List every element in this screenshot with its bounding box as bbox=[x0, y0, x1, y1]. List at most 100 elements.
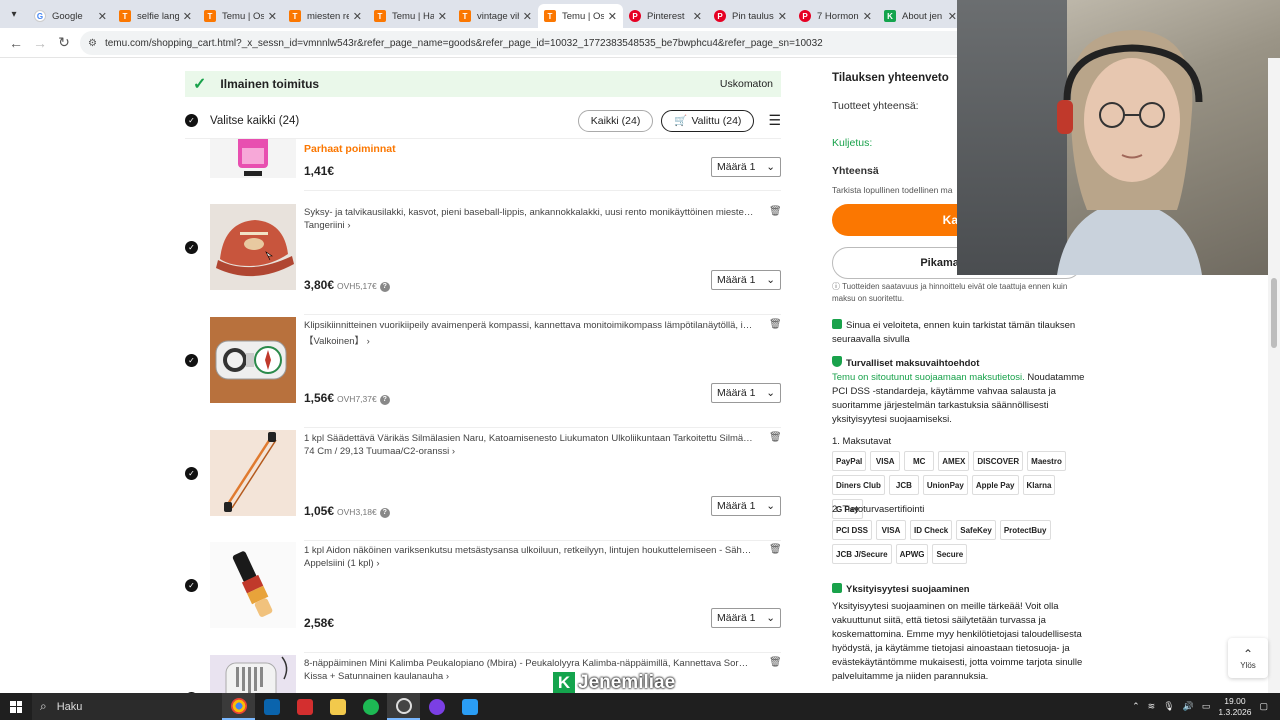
item-thumbnail[interactable] bbox=[210, 317, 296, 403]
spotify-app-icon[interactable] bbox=[354, 693, 387, 720]
chrome-app-icon[interactable] bbox=[222, 693, 255, 720]
scroll-up-label: Ylös bbox=[1240, 660, 1256, 670]
page-scrollbar[interactable] bbox=[1268, 58, 1280, 693]
forward-arrow-icon[interactable]: → bbox=[28, 35, 52, 51]
item-checkbox[interactable]: ✓ bbox=[185, 467, 198, 480]
streaming-app-icon[interactable] bbox=[420, 693, 453, 720]
close-tab-icon[interactable]: ✕ bbox=[693, 10, 702, 23]
trash-icon[interactable]: 🗑 bbox=[769, 544, 782, 555]
price-value: 3,80€ bbox=[304, 278, 335, 292]
site-info-icon[interactable]: ⚙ bbox=[88, 38, 97, 49]
item-description[interactable]: 8-näppäiminen Mini Kalimba Peukalopiano … bbox=[304, 657, 754, 671]
filter-all-button[interactable]: Kaikki (24) bbox=[577, 109, 654, 132]
tab-title: Google bbox=[52, 10, 83, 22]
obs-app-icon[interactable] bbox=[387, 693, 420, 720]
browser-tab[interactable]: K About jen ✕ bbox=[878, 4, 963, 28]
close-tab-icon[interactable]: ✕ bbox=[183, 10, 192, 23]
file-explorer-icon[interactable] bbox=[321, 693, 354, 720]
filter-selected-button[interactable]: 🛒 Valittu (24) bbox=[661, 109, 755, 132]
security-cert-logo: SafeKey bbox=[956, 520, 996, 540]
trash-icon[interactable]: 🗑 bbox=[769, 432, 782, 443]
url-text: temu.com/shopping_cart.html?_x_sessn_id=… bbox=[104, 37, 823, 49]
chevron-down-icon: ⌄ bbox=[766, 612, 775, 624]
paint-app-icon[interactable] bbox=[453, 693, 486, 720]
browser-tab[interactable]: P Pin taulus ✕ bbox=[708, 4, 793, 28]
browser-tab[interactable]: P Pinterest ✕ bbox=[623, 4, 708, 28]
reload-icon[interactable]: ↻ bbox=[52, 34, 76, 51]
browser-tab[interactable]: Tvintage vih ✕ bbox=[453, 4, 538, 28]
scrollbar-thumb[interactable] bbox=[1271, 278, 1277, 348]
variant-label: Kissa + Satunnainen kaulanauha bbox=[304, 671, 444, 682]
info-icon[interactable]: ? bbox=[379, 508, 390, 518]
info-icon[interactable]: ? bbox=[379, 282, 390, 292]
item-variant[interactable]: Appelsiini (1 kpl) › bbox=[304, 558, 380, 569]
battery-icon[interactable]: ▭ bbox=[1202, 701, 1211, 712]
close-tab-icon[interactable]: ✕ bbox=[98, 10, 107, 23]
quantity-select[interactable]: Määrä 1 ⌄ bbox=[711, 157, 781, 177]
item-divider bbox=[304, 314, 781, 315]
item-description[interactable]: Syksy- ja talvikausilakki, kasvot, pieni… bbox=[304, 206, 754, 220]
notification-icon[interactable]: ▢ bbox=[1259, 701, 1268, 712]
item-checkbox[interactable]: ✓ bbox=[185, 354, 198, 367]
windows-start-icon[interactable] bbox=[0, 693, 32, 720]
item-description[interactable]: 1 kpl Säädettävä Värikäs Silmälasien Nar… bbox=[304, 432, 754, 446]
info-circle-icon: ⓘ bbox=[832, 282, 843, 291]
tray-chevron-icon[interactable]: ⌃ bbox=[1132, 701, 1140, 712]
browser-tab[interactable]: P 7 Hormon ✕ bbox=[793, 4, 878, 28]
temu-favicon-icon: T bbox=[119, 10, 131, 22]
secure-link[interactable]: Temu on sitoutunut suojaamaan maksutieto… bbox=[832, 372, 1025, 383]
item-checkbox[interactable]: ✓ bbox=[185, 579, 198, 592]
select-all-checkbox[interactable]: ✓ bbox=[185, 114, 198, 127]
quantity-select[interactable]: Määrä 1 ⌄ bbox=[711, 270, 781, 290]
browser-tab[interactable]: T Temu | Ha ✕ bbox=[368, 4, 453, 28]
microphone-icon[interactable]: 🎙 bbox=[1163, 701, 1174, 712]
tab-search-chevron-icon[interactable]: ▾ bbox=[0, 0, 28, 28]
close-tab-icon[interactable]: ✕ bbox=[863, 10, 872, 23]
quantity-select[interactable]: Määrä 1 ⌄ bbox=[711, 496, 781, 516]
quantity-label: Määrä 1 bbox=[717, 274, 756, 286]
trash-icon[interactable]: 🗑 bbox=[769, 657, 782, 668]
back-arrow-icon[interactable]: ← bbox=[4, 35, 28, 51]
browser-tab[interactable]: Tmiesten re ✕ bbox=[283, 4, 368, 28]
item-variant[interactable]: 74 Cm / 29,13 Tuumaa/C2-oranssi › bbox=[304, 446, 455, 457]
close-tab-icon[interactable]: ✕ bbox=[608, 10, 617, 23]
browser-tab[interactable]: G Google ✕ bbox=[28, 4, 113, 28]
close-tab-icon[interactable]: ✕ bbox=[523, 10, 532, 23]
taskbar-search[interactable]: ⌕ Haku bbox=[32, 693, 222, 720]
close-tab-icon[interactable]: ✕ bbox=[948, 10, 957, 23]
item-divider bbox=[304, 427, 781, 428]
tab-title: About jen bbox=[902, 10, 943, 22]
outlook-app-icon[interactable] bbox=[255, 693, 288, 720]
close-tab-icon[interactable]: ✕ bbox=[268, 10, 277, 23]
close-tab-icon[interactable]: ✕ bbox=[353, 10, 362, 23]
close-tab-icon[interactable]: ✕ bbox=[778, 10, 787, 23]
browser-tab[interactable]: T Temu | Os ✕ bbox=[538, 4, 623, 28]
item-description[interactable]: 1 kpl Aidon näköinen variksenkutsu metsä… bbox=[304, 544, 754, 558]
item-thumbnail[interactable] bbox=[210, 655, 296, 693]
quantity-select[interactable]: Määrä 1 ⌄ bbox=[711, 608, 781, 628]
item-thumbnail[interactable] bbox=[210, 542, 296, 628]
price-value: 2,58€ bbox=[304, 616, 335, 630]
red-l-app-icon[interactable] bbox=[288, 693, 321, 720]
browser-tab[interactable]: T Temu | Os ✕ bbox=[198, 4, 283, 28]
item-thumbnail[interactable] bbox=[210, 430, 296, 516]
taskbar-clock[interactable]: 19.00 1.3.2026 bbox=[1218, 696, 1251, 718]
item-variant[interactable]: 【Valkoinen】 › bbox=[304, 333, 370, 347]
list-view-icon[interactable]: ☰ bbox=[768, 112, 781, 129]
speaker-icon[interactable]: 🔊 bbox=[1183, 701, 1194, 712]
network-icon[interactable]: ≋ bbox=[1148, 701, 1156, 712]
trash-icon[interactable]: 🗑 bbox=[769, 319, 782, 330]
item-description[interactable]: Klipsikiinnitteinen vuorikiipeily avaime… bbox=[304, 319, 754, 333]
browser-tab[interactable]: Tselfie lang ✕ bbox=[113, 4, 198, 28]
item-checkbox[interactable]: ✓ bbox=[185, 241, 198, 254]
close-tab-icon[interactable]: ✕ bbox=[438, 10, 447, 23]
item-variant[interactable]: Tangeriini › bbox=[304, 220, 350, 231]
scroll-to-top-button[interactable]: ⌃ Ylös bbox=[1228, 638, 1268, 678]
info-icon[interactable]: ? bbox=[379, 395, 390, 405]
quantity-select[interactable]: Määrä 1 ⌄ bbox=[711, 383, 781, 403]
item-variant[interactable]: Kissa + Satunnainen kaulanauha › bbox=[304, 671, 449, 682]
trash-icon[interactable]: 🗑 bbox=[769, 206, 782, 217]
item-thumbnail[interactable] bbox=[210, 204, 296, 290]
system-tray: ⌃ ≋ 🎙 🔊 ▭ 19.00 1.3.2026 ▢ bbox=[1132, 693, 1280, 720]
shipping-label: Kuljetus: bbox=[832, 137, 873, 149]
